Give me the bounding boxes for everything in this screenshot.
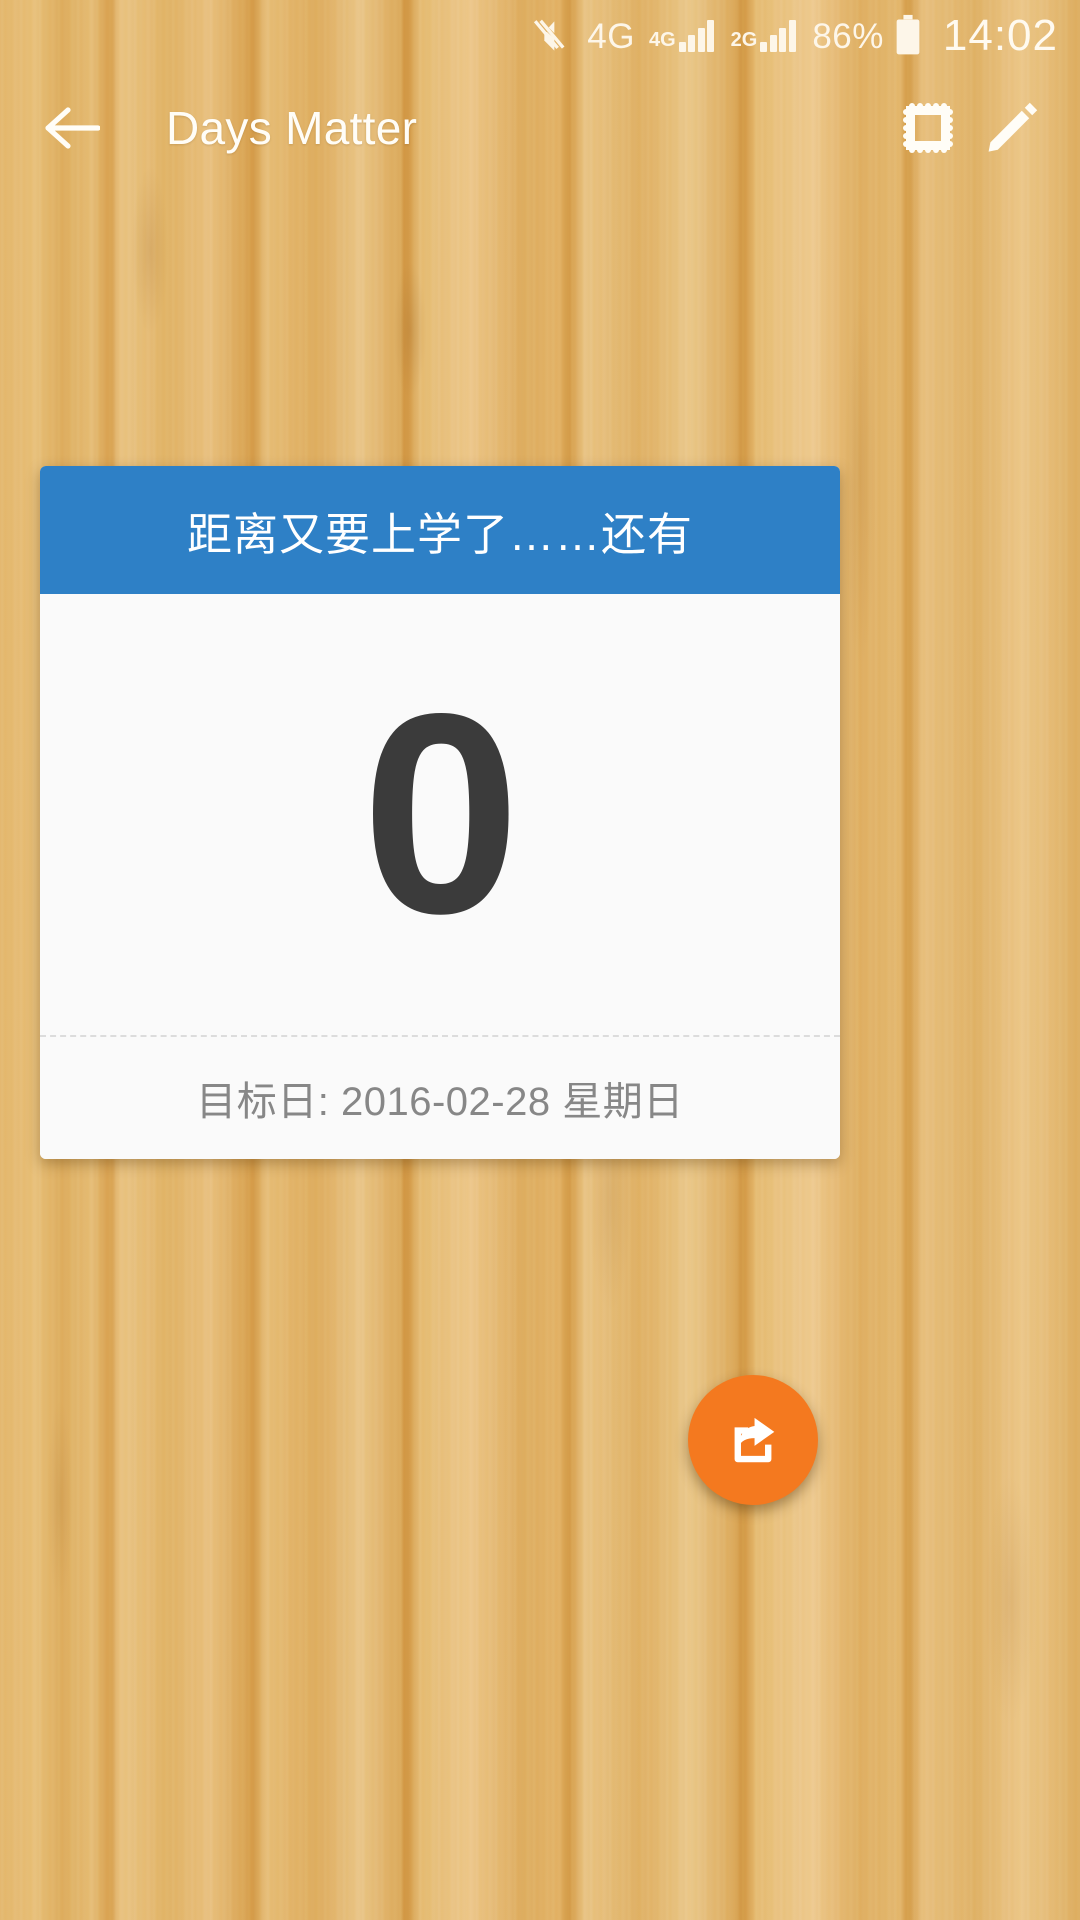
share-icon xyxy=(734,1417,775,1463)
battery-indicator: 86% xyxy=(812,14,923,58)
app-bar: Days Matter xyxy=(0,72,1080,184)
event-title: 距离又要上学了……还有 xyxy=(186,508,693,560)
sim2-signal-indicator: 2G xyxy=(731,20,799,52)
network-4g-indicator: 4G xyxy=(587,19,635,54)
countdown-card[interactable]: 距离又要上学了……还有 0 目标日: 2016-02-28 星期日 xyxy=(40,466,840,1159)
page-title: Days Matter xyxy=(166,102,418,154)
card-body: 0 xyxy=(40,594,840,1037)
stamp-icon[interactable] xyxy=(886,86,970,170)
card-footer: 目标日: 2016-02-28 星期日 xyxy=(40,1037,840,1159)
signal-bars-icon xyxy=(760,20,798,52)
sim2-network-label: 2G xyxy=(730,29,758,51)
signal-bars-icon xyxy=(678,20,717,52)
sound-mute-icon xyxy=(529,16,573,56)
network-4g-label: 4G xyxy=(587,16,635,56)
sim1-signal-indicator: 4G xyxy=(649,20,717,52)
sim1-network-label: 4G xyxy=(648,29,676,51)
target-date-label: 目标日: 2016-02-28 星期日 xyxy=(196,1080,684,1124)
battery-icon xyxy=(896,14,920,55)
pencil-edit-icon[interactable] xyxy=(970,86,1054,170)
back-arrow-icon[interactable] xyxy=(30,86,114,170)
status-bar: 4G 4G 2G 86% 14:02 xyxy=(0,0,1080,72)
days-remaining-count: 0 xyxy=(361,655,521,974)
clock-label: 14:02 xyxy=(942,11,1058,60)
card-header: 距离又要上学了……还有 xyxy=(40,466,840,594)
battery-percent-label: 86% xyxy=(812,16,884,56)
share-fab-button[interactable] xyxy=(688,1375,818,1505)
